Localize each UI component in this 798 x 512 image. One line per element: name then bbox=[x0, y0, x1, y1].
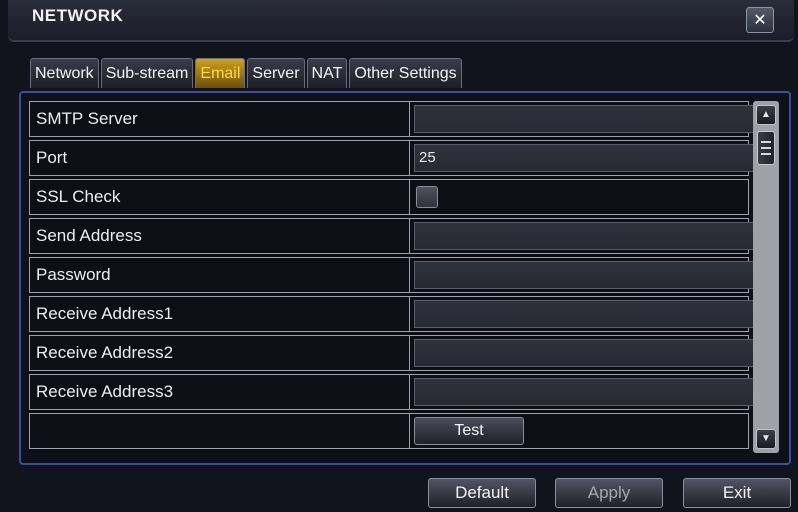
grip-line-icon bbox=[761, 147, 771, 149]
tab-sub-stream[interactable]: Sub-stream bbox=[100, 58, 194, 88]
scroll-up-button[interactable]: ▲ bbox=[756, 105, 776, 125]
empty-label-cell bbox=[30, 414, 410, 448]
row-send-address: Send Address bbox=[29, 218, 754, 254]
port-label: Port bbox=[30, 141, 410, 175]
row-receive-address2: Receive Address2 bbox=[29, 335, 754, 371]
row-password: Password bbox=[29, 257, 754, 293]
grip-line-icon bbox=[761, 141, 771, 143]
row-test: Test bbox=[29, 413, 749, 449]
exit-button[interactable]: Exit bbox=[683, 478, 791, 508]
arrow-down-icon: ▼ bbox=[761, 433, 771, 444]
tab-network[interactable]: Network bbox=[30, 58, 99, 88]
title-bar: NETWORK ✕ bbox=[8, 0, 794, 42]
receive-address3-input[interactable] bbox=[414, 378, 754, 406]
receive-address1-input[interactable] bbox=[414, 300, 754, 328]
vertical-scrollbar[interactable]: ▲ ▼ bbox=[753, 101, 779, 453]
close-button[interactable]: ✕ bbox=[746, 7, 774, 33]
tab-server[interactable]: Server bbox=[247, 58, 305, 88]
ssl-check-label: SSL Check bbox=[30, 180, 410, 214]
close-icon: ✕ bbox=[753, 12, 767, 29]
apply-button[interactable]: Apply bbox=[555, 478, 663, 508]
receive-address2-label: Receive Address2 bbox=[30, 336, 410, 370]
smtp-server-label: SMTP Server bbox=[30, 102, 410, 136]
scroll-down-button[interactable]: ▼ bbox=[756, 429, 776, 449]
row-smtp-server: SMTP Server bbox=[29, 101, 754, 137]
tab-other-settings[interactable]: Other Settings bbox=[349, 58, 462, 88]
password-label: Password bbox=[30, 258, 410, 292]
row-receive-address1: Receive Address1 bbox=[29, 296, 754, 332]
receive-address3-label: Receive Address3 bbox=[30, 375, 410, 409]
test-button[interactable]: Test bbox=[414, 417, 524, 445]
tab-email[interactable]: Email bbox=[195, 58, 246, 88]
tab-nat[interactable]: NAT bbox=[306, 58, 348, 88]
grip-line-icon bbox=[761, 153, 771, 155]
row-ssl-check: SSL Check bbox=[29, 179, 749, 215]
send-address-input[interactable] bbox=[414, 222, 754, 250]
ssl-check-checkbox[interactable] bbox=[416, 186, 438, 208]
email-settings-panel: SMTP Server Port 25 SSL Check Send Addre… bbox=[19, 91, 791, 465]
default-button[interactable]: Default bbox=[428, 478, 536, 508]
scroll-thumb[interactable] bbox=[757, 131, 775, 165]
settings-grid: SMTP Server Port 25 SSL Check Send Addre… bbox=[29, 101, 754, 453]
receive-address1-label: Receive Address1 bbox=[30, 297, 410, 331]
arrow-up-icon: ▲ bbox=[761, 109, 771, 120]
tab-bar: Network Sub-stream Email Server NAT Othe… bbox=[30, 58, 464, 90]
window-title: NETWORK bbox=[32, 6, 124, 25]
row-port: Port 25 bbox=[29, 140, 754, 176]
password-input[interactable] bbox=[414, 261, 754, 289]
row-receive-address3: Receive Address3 bbox=[29, 374, 754, 410]
send-address-label: Send Address bbox=[30, 219, 410, 253]
receive-address2-input[interactable] bbox=[414, 339, 754, 367]
smtp-server-input[interactable] bbox=[414, 105, 754, 133]
network-window: NETWORK ✕ Network Sub-stream Email Serve… bbox=[0, 0, 798, 512]
port-input[interactable]: 25 bbox=[414, 144, 754, 172]
